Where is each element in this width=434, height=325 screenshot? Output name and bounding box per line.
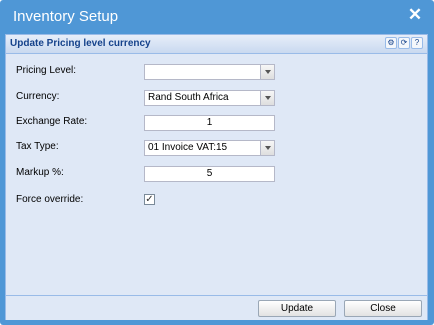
inventory-setup-window: Inventory Setup ✕ Update Pricing level c… bbox=[0, 0, 434, 325]
currency-value: Rand South Africa bbox=[148, 92, 229, 103]
pricing-level-combo[interactable] bbox=[144, 64, 275, 80]
force-override-row: Force override: ✓ bbox=[16, 193, 416, 211]
pricing-level-label: Pricing Level: bbox=[16, 65, 77, 76]
exchange-rate-input[interactable]: 1 bbox=[144, 115, 275, 131]
window-titlebar[interactable]: Inventory Setup ✕ bbox=[0, 0, 434, 34]
tax-type-combo[interactable]: 01 Invoice VAT:15 bbox=[144, 140, 275, 156]
pricing-level-row: Pricing Level: bbox=[16, 64, 416, 82]
panel-header: Update Pricing level currency ⚙ ⟳ ? bbox=[6, 35, 427, 54]
help-icon[interactable]: ? bbox=[411, 37, 423, 49]
force-override-label: Force override: bbox=[16, 194, 84, 205]
chevron-down-icon[interactable] bbox=[260, 140, 275, 156]
markup-label: Markup %: bbox=[16, 167, 64, 178]
exchange-rate-label: Exchange Rate: bbox=[16, 116, 88, 127]
refresh-icon[interactable]: ⟳ bbox=[398, 37, 410, 49]
pricing-panel: Update Pricing level currency ⚙ ⟳ ? Pric… bbox=[5, 34, 428, 320]
exchange-rate-row: Exchange Rate: 1 bbox=[16, 115, 416, 133]
tax-type-label: Tax Type: bbox=[16, 141, 59, 152]
chevron-down-icon[interactable] bbox=[260, 90, 275, 106]
force-override-checkbox[interactable]: ✓ bbox=[144, 194, 155, 205]
panel-title: Update Pricing level currency bbox=[10, 38, 151, 49]
gear-icon[interactable]: ⚙ bbox=[385, 37, 397, 49]
update-button[interactable]: Update bbox=[258, 300, 336, 317]
tax-type-row: Tax Type: 01 Invoice VAT:15 bbox=[16, 140, 416, 158]
close-icon[interactable]: ✕ bbox=[406, 6, 424, 24]
tax-type-value: 01 Invoice VAT:15 bbox=[148, 142, 228, 153]
close-button[interactable]: Close bbox=[344, 300, 422, 317]
window-title: Inventory Setup bbox=[13, 8, 119, 25]
markup-input[interactable]: 5 bbox=[144, 166, 275, 182]
currency-label: Currency: bbox=[16, 91, 60, 102]
chevron-down-icon[interactable] bbox=[260, 64, 275, 80]
currency-combo[interactable]: Rand South Africa bbox=[144, 90, 275, 106]
dialog-footer: Update Close bbox=[6, 295, 427, 320]
markup-row: Markup %: 5 bbox=[16, 166, 416, 184]
currency-row: Currency: Rand South Africa bbox=[16, 90, 416, 108]
